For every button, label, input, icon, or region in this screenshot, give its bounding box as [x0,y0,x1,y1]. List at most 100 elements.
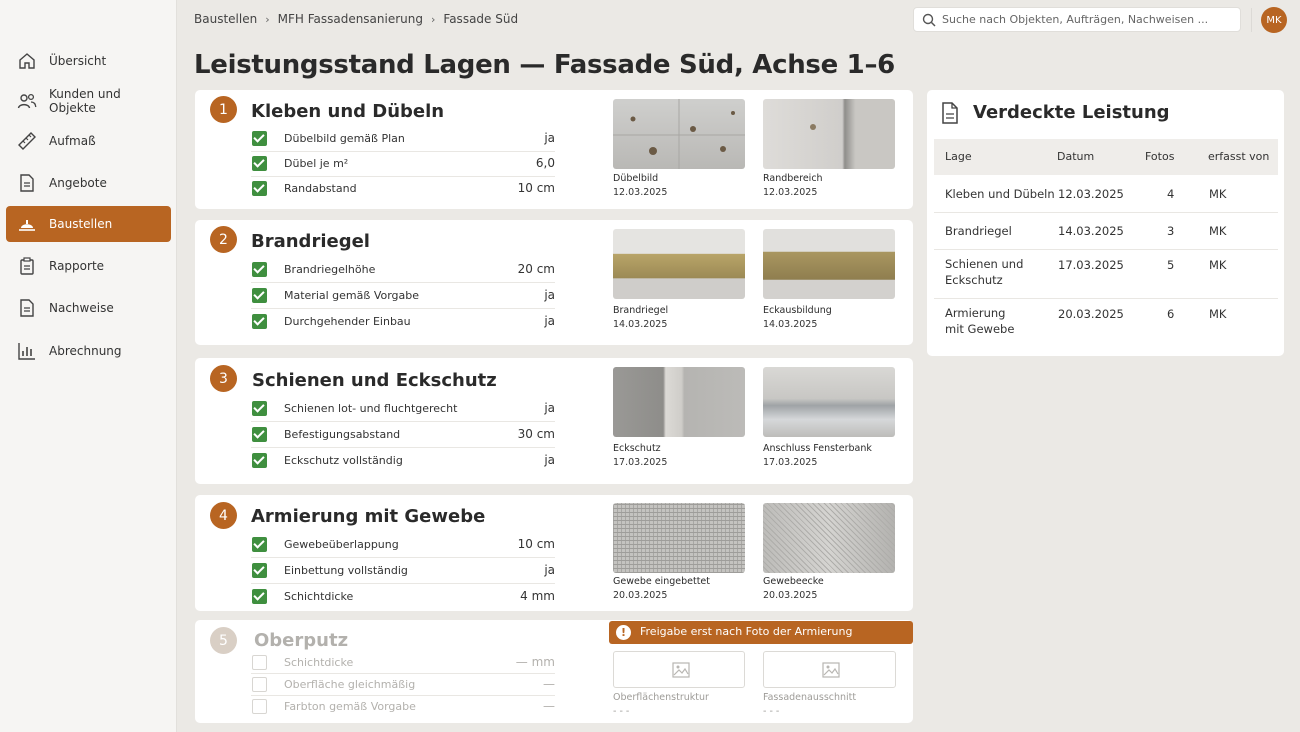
checkbox-checked[interactable] [252,262,267,277]
check-value: 10 cm [517,181,555,195]
photo-caption: Eckausbildung 14.03.2025 [763,305,832,330]
check-row: Eckschutz vollständig ja [251,449,555,474]
checkbox-unchecked [252,677,267,692]
step-number: 4 [210,502,237,529]
photo-caption: Eckschutz 17.03.2025 [613,443,668,468]
sidebar-item-rapporte[interactable]: Rapporte [6,248,171,284]
check-label: Schichtdicke [284,656,354,669]
column-header: Datum [1057,150,1095,163]
search-icon [922,13,936,27]
checkbox-checked[interactable] [252,156,267,171]
sidebar-item-uebersicht[interactable]: Übersicht [6,43,171,79]
check-label: Randabstand [284,182,357,195]
check-label: Befestigungsabstand [284,428,401,441]
check-row: Einbettung vollständig ja [251,559,555,584]
table-row[interactable]: Armierung mit Gewebe 20.03.2025 6 MK [934,299,1278,348]
check-row: Randabstand 10 cm [251,177,555,202]
photo-thumbnail[interactable] [613,99,745,169]
cell-datum: 12.03.2025 [1058,187,1124,201]
avatar[interactable]: MK [1261,7,1287,33]
photo-thumbnail[interactable] [763,229,895,299]
dowel-pattern-image [613,99,745,169]
check-row: Durchgehender Einbau ja [251,310,555,335]
check-label: Brandriegelhöhe [284,263,376,276]
check-value: — [543,699,555,713]
checkbox-checked[interactable] [252,563,267,578]
check-label: Eckschutz vollständig [284,454,403,467]
document-icon [942,102,958,124]
sidebar-item-kunden[interactable]: Kunden und Objekte [6,83,171,119]
photo-thumbnail[interactable] [613,367,745,437]
divider [1251,8,1252,32]
cell-lage: Armierung mit Gewebe [945,306,1015,336]
sidebar-item-label: Abrechnung [49,344,122,358]
checkbox-checked[interactable] [252,589,267,604]
photo-thumbnail[interactable] [763,503,895,573]
photo-caption: Gewebeecke 20.03.2025 [763,576,824,601]
photo-thumbnail[interactable] [763,367,895,437]
check-value: 10 cm [517,537,555,551]
cell-datum: 17.03.2025 [1058,258,1124,272]
table-header: Lage Datum Fotos erfasst von [934,139,1278,175]
checkbox-checked[interactable] [252,314,267,329]
column-header: erfasst von [1208,150,1270,163]
photo-thumbnail[interactable] [763,99,895,169]
sidebar-item-label: Nachweise [49,301,114,315]
check-value: ja [544,563,555,577]
search-box[interactable] [913,7,1241,32]
cell-von: MK [1209,307,1227,321]
photo-placeholder [613,651,745,688]
photo-thumbnail[interactable] [613,229,745,299]
checkbox-checked[interactable] [252,537,267,552]
checkbox-checked[interactable] [252,453,267,468]
check-label: Dübel je m² [284,157,349,170]
table-row[interactable]: Kleben und Dübeln 12.03.2025 4 MK [934,175,1278,213]
checkbox-checked[interactable] [252,401,267,416]
cell-fotos: 5 [1167,258,1175,272]
panel-title: Verdeckte Leistung [973,102,1170,123]
document-icon [20,174,34,192]
sidebar-item-abrechnung[interactable]: Abrechnung [6,333,171,369]
check-row: Schienen lot- und fluchtgerecht ja [251,397,555,422]
photo-caption: Randbereich 12.03.2025 [763,173,823,198]
users-icon [17,93,37,109]
sidebar-item-baustellen[interactable]: Baustellen [6,206,171,242]
table-row[interactable]: Schienen und Eckschutz 17.03.2025 5 MK [934,250,1278,299]
layer-title: Schienen und Eckschutz [252,370,497,391]
layer-card-1: 1 Kleben und Dübeln Dübelbild gemäß Plan… [195,90,913,209]
photo-caption: Gewebe eingebettet 20.03.2025 [613,576,710,601]
photo-placeholder [763,651,896,688]
check-row: Farbton gemäß Vorgabe — [251,696,555,718]
layer-title: Armierung mit Gewebe [251,506,486,527]
checkbox-checked[interactable] [252,288,267,303]
sidebar-item-label: Übersicht [49,54,107,68]
checkbox-checked[interactable] [252,131,267,146]
search-input[interactable] [942,8,1232,31]
photo-caption: Fassadenausschnitt - - - [763,692,857,717]
sidebar-item-label: Aufmaß [49,134,96,148]
page-title: Leistungsstand Lagen — Fassade Süd, Achs… [194,50,895,80]
checkbox-unchecked [252,655,267,670]
photo-caption: Anschluss Fensterbank 17.03.2025 [763,443,872,468]
breadcrumb-item[interactable]: Baustellen [194,12,257,26]
step-number: 1 [210,96,237,123]
check-label: Einbettung vollständig [284,564,408,577]
chevron-right-icon: › [431,12,436,26]
check-label: Material gemäß Vorgabe [284,289,420,302]
breadcrumb-item[interactable]: MFH Fassadensanierung [278,12,423,26]
check-row: Dübel je m² 6,0 [251,152,555,177]
sidebar-item-label: Angebote [49,176,107,190]
checkbox-checked[interactable] [252,427,267,442]
checkbox-checked[interactable] [252,181,267,196]
sidebar-item-angebote[interactable]: Angebote [6,165,171,201]
sidebar-item-aufmass[interactable]: Aufmaß [6,123,171,159]
layer-card-3: 3 Schienen und Eckschutz Schienen lot- u… [195,358,913,484]
photo-caption: Dübelbild 12.03.2025 [613,173,668,198]
photo-thumbnail[interactable] [613,503,745,573]
layer-title: Oberputz [254,630,349,651]
table-row[interactable]: Brandriegel 14.03.2025 3 MK [934,213,1278,250]
check-label: Schienen lot- und fluchtgerecht [284,402,458,415]
check-value: ja [544,314,555,328]
sidebar-item-nachweise[interactable]: Nachweise [6,290,171,326]
clipboard-icon [20,257,34,275]
